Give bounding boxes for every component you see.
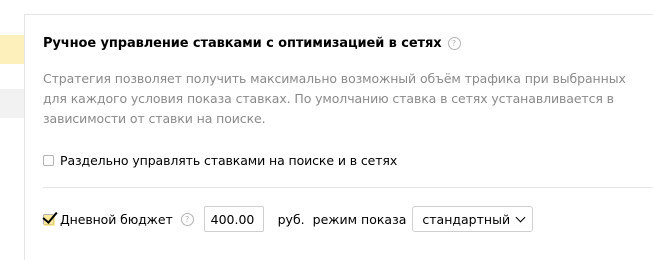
- currency-label: руб.: [277, 211, 305, 227]
- help-icon[interactable]: ?: [447, 36, 461, 50]
- left-panel-item[interactable]: [0, 89, 24, 118]
- checkmark-icon: [42, 207, 58, 224]
- separate-bids-checkbox[interactable]: [43, 154, 54, 166]
- panel-border: [24, 14, 25, 260]
- display-mode-value: стандартный: [422, 211, 511, 227]
- daily-budget-checkbox[interactable]: [42, 207, 58, 226]
- section-divider: [43, 187, 653, 188]
- top-divider: [24, 14, 653, 15]
- display-mode-select[interactable]: стандартный: [412, 206, 534, 232]
- daily-budget-row: Дневной бюджет ? руб. режим показа станд…: [42, 206, 534, 232]
- daily-budget-input[interactable]: [203, 206, 264, 232]
- strategy-description: Стратегия позволяет получить максимально…: [43, 71, 626, 126]
- separate-bids-option[interactable]: Раздельно управлять ставками на поиске и…: [43, 151, 397, 169]
- daily-budget-label[interactable]: Дневной бюджет: [60, 212, 173, 227]
- strategy-title-row: Ручное управление ставками с оптимизацие…: [43, 34, 461, 52]
- left-panel-selected-item[interactable]: [0, 35, 24, 64]
- help-icon[interactable]: ?: [180, 212, 194, 226]
- separate-bids-label[interactable]: Раздельно управлять ставками на поиске и…: [60, 153, 397, 168]
- chevron-down-icon: [515, 212, 526, 222]
- display-mode-label: режим показа: [312, 211, 407, 227]
- strategy-title: Ручное управление ставками с оптимизацие…: [43, 35, 442, 51]
